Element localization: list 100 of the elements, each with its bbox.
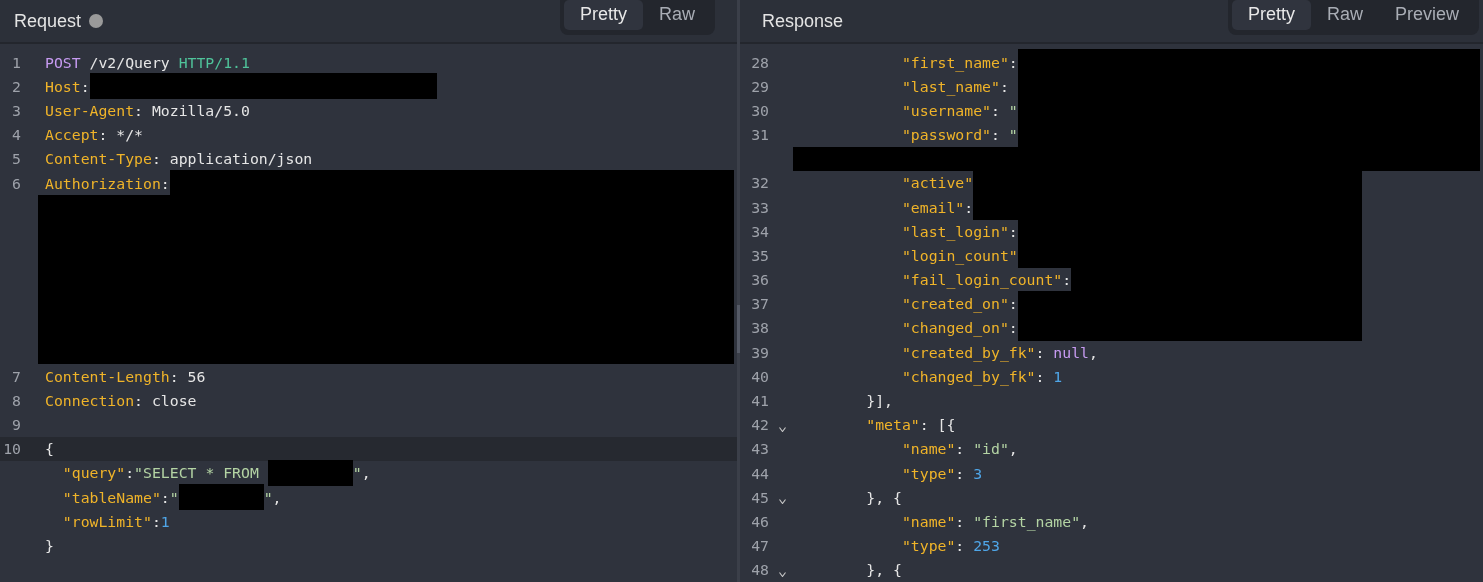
code-key: "type" [795,537,956,555]
fold-caret-icon[interactable] [778,499,786,505]
code-key: "active" [795,174,974,192]
code-text: { [45,440,54,458]
code-key: "created_by_fk" [795,343,1036,361]
code-text: : [999,77,1010,95]
line-number: 37 [751,295,769,313]
code-key: "changed_by_fk" [795,367,1036,385]
code-string: " [263,488,273,506]
line-number: 3 [12,101,21,119]
code-key: "first_name" [795,53,1009,71]
line-number: 6 [12,174,21,192]
line-number: 47 [751,537,769,555]
line-number: 41 [751,392,769,410]
code-text: : application/json [151,150,313,168]
code-key: "fail_login_count" [795,271,1063,289]
code-key: User-Agent [45,101,135,119]
code-key: "query" [45,464,126,482]
code-key: "login_count" [795,246,1018,264]
code-text: : [1035,343,1046,361]
code-text: : [1062,271,1072,289]
http-version: HTTP/1.1 [178,53,250,71]
code-string: "first_name" [973,512,1081,530]
code-string: " [1008,126,1018,144]
code-text: }, { [865,488,902,506]
line-number: 7 [12,367,21,385]
line-number: 31 [751,126,769,144]
code-text: : [955,464,966,482]
line-number: 35 [751,246,769,264]
line-number: 46 [751,512,769,530]
code-key: "last_login" [795,222,1009,240]
line-number: 42 [751,416,769,434]
line-number: 45 [751,488,769,506]
code-text: , [1080,512,1089,530]
view-tab[interactable]: Raw [643,0,711,30]
code-text: : close [134,391,197,409]
code-string: "SELECT * FROM [134,464,260,482]
code-text: /v2/Query [88,53,171,71]
code-text: : [955,537,966,555]
code-key: "username" [795,101,991,119]
code-key: Content-Type [45,150,152,168]
view-tab[interactable]: Pretty [1231,0,1311,30]
code-string: " [352,464,362,482]
code-key: "meta" [795,416,920,434]
code-text: , [1089,343,1098,361]
code-text: : [80,77,90,95]
code-text: : [125,464,135,482]
code-number: 253 [973,537,1000,555]
view-tab[interactable]: Pretty [563,0,643,30]
code-text: : [991,101,1001,119]
status-indicator-icon [89,14,104,28]
code-text: : [955,440,966,458]
line-number: 9 [12,416,21,434]
code-text: : [991,126,1001,144]
line-number: 40 [751,367,769,385]
fold-caret-icon[interactable] [778,571,786,577]
code-text: , [1008,440,1018,458]
code-text: : [{ [919,416,956,434]
code-key: Authorization [45,174,161,192]
view-tab[interactable]: Preview [1378,0,1475,30]
code-key: "rowLimit" [45,512,152,530]
code-text: : [1008,222,1018,240]
code-key: Content-Length [45,367,170,385]
code-text: : 56 [169,367,206,385]
code-key: "email" [795,198,965,216]
http-method: POST [45,53,81,71]
code-text: : [151,512,161,530]
line-number: 1 [12,53,21,71]
line-number: 30 [751,101,769,119]
line-number: 5 [12,150,21,168]
code-text: : Mozilla/5.0 [134,101,250,119]
code-key: "created_on" [795,295,1009,313]
code-key: "name" [795,440,956,458]
code-number: 3 [973,464,983,482]
code-key: "tableName" [45,488,161,506]
code-key: "type" [795,464,956,482]
line-number: 39 [751,343,769,361]
panel-title: Request [14,10,82,32]
code-text: }, { [865,561,902,579]
code-text: } [45,537,54,555]
code-text: , [272,488,282,506]
code-text: : [160,488,170,506]
line-number: 10 [3,440,21,458]
code-key: "changed_on" [795,319,1009,337]
code-text: }], [865,392,893,410]
line-number: 4 [12,126,21,144]
line-number: 48 [751,561,769,579]
code-string: "id" [973,440,1009,458]
view-tab[interactable]: Raw [1310,0,1379,30]
code-text: : [160,174,170,192]
code-text: : [1008,53,1018,71]
code-key: Host [45,77,81,95]
code-key: Accept [45,126,99,144]
code-string: " [169,488,179,506]
line-number: 38 [751,319,769,337]
fold-caret-icon[interactable] [778,426,786,432]
code-key: "password" [795,126,991,144]
code-text: : [1008,295,1018,313]
code-key: Connection [45,391,135,409]
code-string: " [1008,101,1018,119]
